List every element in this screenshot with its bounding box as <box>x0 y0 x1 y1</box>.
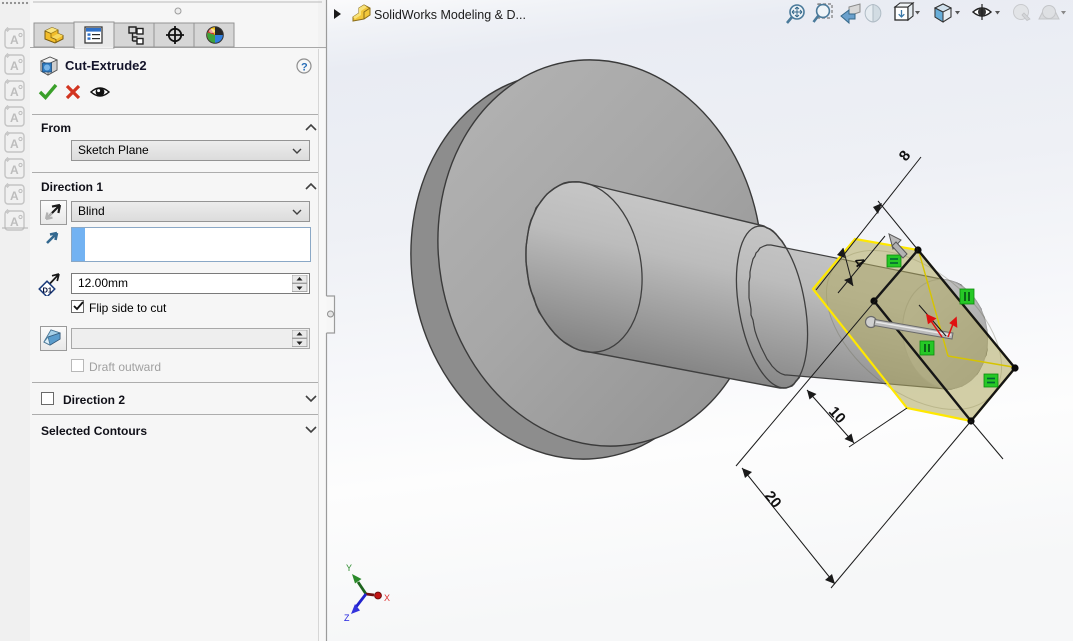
svg-text:D1: D1 <box>43 286 53 295</box>
svg-text:A: A <box>10 33 19 47</box>
svg-text:SolidWorks Modeling & D...: SolidWorks Modeling & D... <box>374 8 526 22</box>
svg-text:20: 20 <box>761 488 785 512</box>
svg-text:Z: Z <box>344 613 350 623</box>
svg-text:Y: Y <box>346 563 352 573</box>
svg-text:X: X <box>384 593 390 603</box>
svg-text:8: 8 <box>896 147 915 164</box>
svg-text:Cut-Extrude2: Cut-Extrude2 <box>65 58 147 73</box>
svg-text:10: 10 <box>825 403 849 427</box>
svg-text:?: ? <box>301 62 308 74</box>
